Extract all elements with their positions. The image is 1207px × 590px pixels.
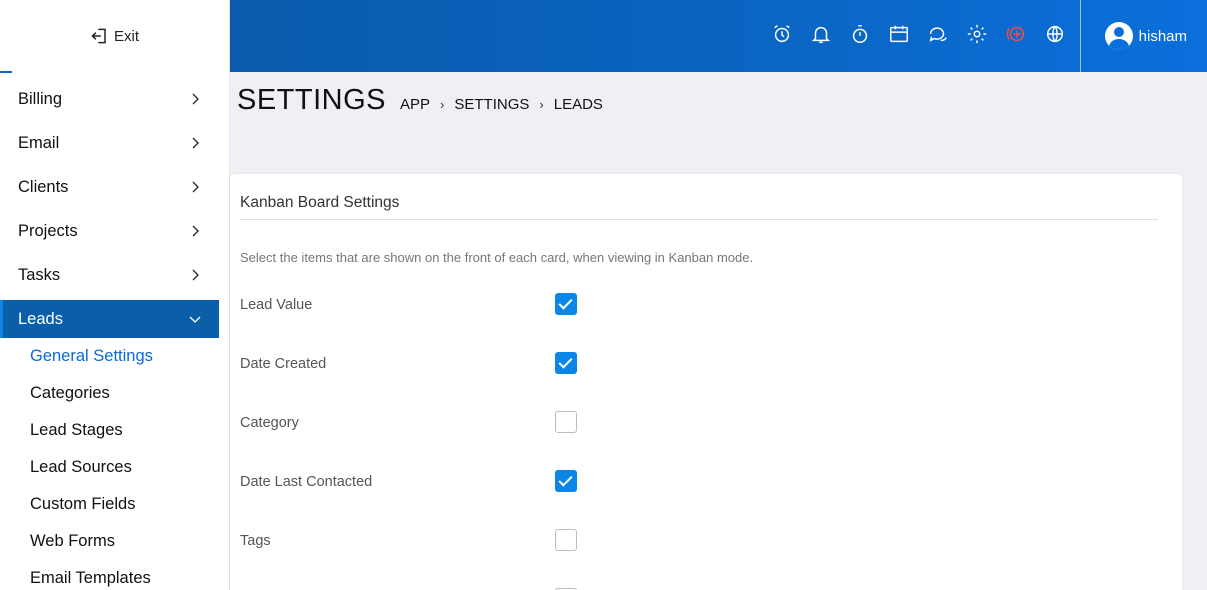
submenu-web-forms[interactable]: Web Forms <box>30 523 219 560</box>
add-new-button[interactable] <box>1004 22 1028 46</box>
header-divider <box>1080 0 1081 72</box>
chat-icon <box>929 27 947 42</box>
sidebar-item-leads[interactable]: Leads <box>0 300 219 338</box>
avatar <box>1104 22 1133 50</box>
sidebar-item-clients[interactable]: Clients <box>0 165 219 209</box>
globe-icon <box>1046 25 1064 43</box>
chevron-right-icon <box>192 181 199 193</box>
checkbox-date-last-contacted[interactable] <box>555 470 577 492</box>
title-row: SETTINGS APP › SETTINGS › LEADS <box>237 84 603 117</box>
chevron-right-icon <box>192 93 199 105</box>
timer-button[interactable] <box>848 22 872 46</box>
exit-accent <box>0 71 12 73</box>
checkbox-date-created[interactable] <box>555 352 577 374</box>
sidebar-item-projects[interactable]: Projects <box>0 209 219 253</box>
page-title: SETTINGS <box>237 84 387 116</box>
add-circle-icon <box>1006 26 1025 42</box>
chevron-right-icon <box>192 269 199 281</box>
alarm-icon <box>774 25 790 43</box>
sidebar-menu: Billing Email Clients Projects Tasks Lea… <box>0 77 219 590</box>
sidebar-item-email[interactable]: Email <box>0 121 219 165</box>
sidebar-item-tasks[interactable]: Tasks <box>0 253 219 297</box>
setting-lead-value: Lead Value <box>240 293 640 317</box>
sidebar-item-label: Billing <box>18 89 63 108</box>
calendar-icon <box>890 25 908 43</box>
setting-label: Date Created <box>240 356 327 372</box>
submenu-custom-fields[interactable]: Custom Fields <box>30 486 219 523</box>
user-menu[interactable]: hisham <box>1104 22 1187 50</box>
chevron-right-icon <box>192 137 199 149</box>
chevron-right-icon: › <box>440 97 445 112</box>
submenu-general-settings[interactable]: General Settings <box>30 338 219 375</box>
language-button[interactable] <box>1043 22 1067 46</box>
submenu-email-templates[interactable]: Email Templates <box>30 560 219 590</box>
sidebar-item-label: Email <box>18 133 60 152</box>
calendar-button[interactable] <box>887 22 911 46</box>
messages-button[interactable] <box>926 22 950 46</box>
reminders-button[interactable] <box>770 22 794 46</box>
submenu-lead-sources[interactable]: Lead Sources <box>30 449 219 486</box>
top-bar: hisham <box>230 0 1207 72</box>
breadcrumb-leads: LEADS <box>553 96 603 113</box>
breadcrumb: APP › SETTINGS › LEADS <box>400 96 603 113</box>
card-description: Select the items that are shown on the f… <box>240 250 754 265</box>
kanban-settings-card: Kanban Board Settings Select the items t… <box>230 174 1182 590</box>
checkbox-category[interactable] <box>555 411 577 433</box>
setting-category: Category <box>240 411 640 435</box>
sidebar-item-billing[interactable]: Billing <box>0 77 219 121</box>
submenu-lead-stages[interactable]: Lead Stages <box>30 412 219 449</box>
gear-icon <box>967 24 987 44</box>
submenu-categories[interactable]: Categories <box>30 375 219 412</box>
sidebar-item-label: Projects <box>18 221 78 240</box>
setting-date-last-contacted: Date Last Contacted <box>240 470 640 494</box>
setting-label: Tags <box>240 533 271 549</box>
notifications-button[interactable] <box>809 22 833 46</box>
chevron-right-icon: › <box>539 97 544 112</box>
sidebar-item-label: Tasks <box>18 265 61 284</box>
setting-label: Date Last Contacted <box>240 474 373 490</box>
card-title: Kanban Board Settings <box>240 194 400 211</box>
stopwatch-icon <box>852 25 868 43</box>
bell-icon <box>811 26 831 43</box>
sidebar-item-label: Leads <box>18 309 63 328</box>
setting-tags: Tags <box>240 529 640 553</box>
header-icons <box>770 22 1067 46</box>
sidebar: Exit Billing Email Clients Projects Task… <box>0 0 230 590</box>
settings-button[interactable] <box>965 22 989 46</box>
breadcrumb-settings[interactable]: SETTINGS <box>454 96 529 113</box>
exit-label: Exit <box>113 27 139 45</box>
leads-submenu: General Settings Categories Lead Stages … <box>0 338 219 590</box>
setting-label: Category <box>240 415 299 431</box>
setting-date-created: Date Created <box>240 352 640 376</box>
checkbox-tags[interactable] <box>555 529 577 551</box>
user-name: hisham <box>1138 27 1187 45</box>
exit-button[interactable]: Exit <box>0 0 229 72</box>
chevron-right-icon <box>192 225 199 237</box>
sidebar-item-label: Clients <box>18 177 69 196</box>
card-divider <box>240 219 1158 220</box>
breadcrumb-app[interactable]: APP <box>400 96 430 113</box>
checkbox-lead-value[interactable] <box>555 293 577 315</box>
setting-label: Lead Value <box>240 297 313 313</box>
chevron-down-icon <box>189 316 201 323</box>
exit-icon <box>91 28 106 44</box>
